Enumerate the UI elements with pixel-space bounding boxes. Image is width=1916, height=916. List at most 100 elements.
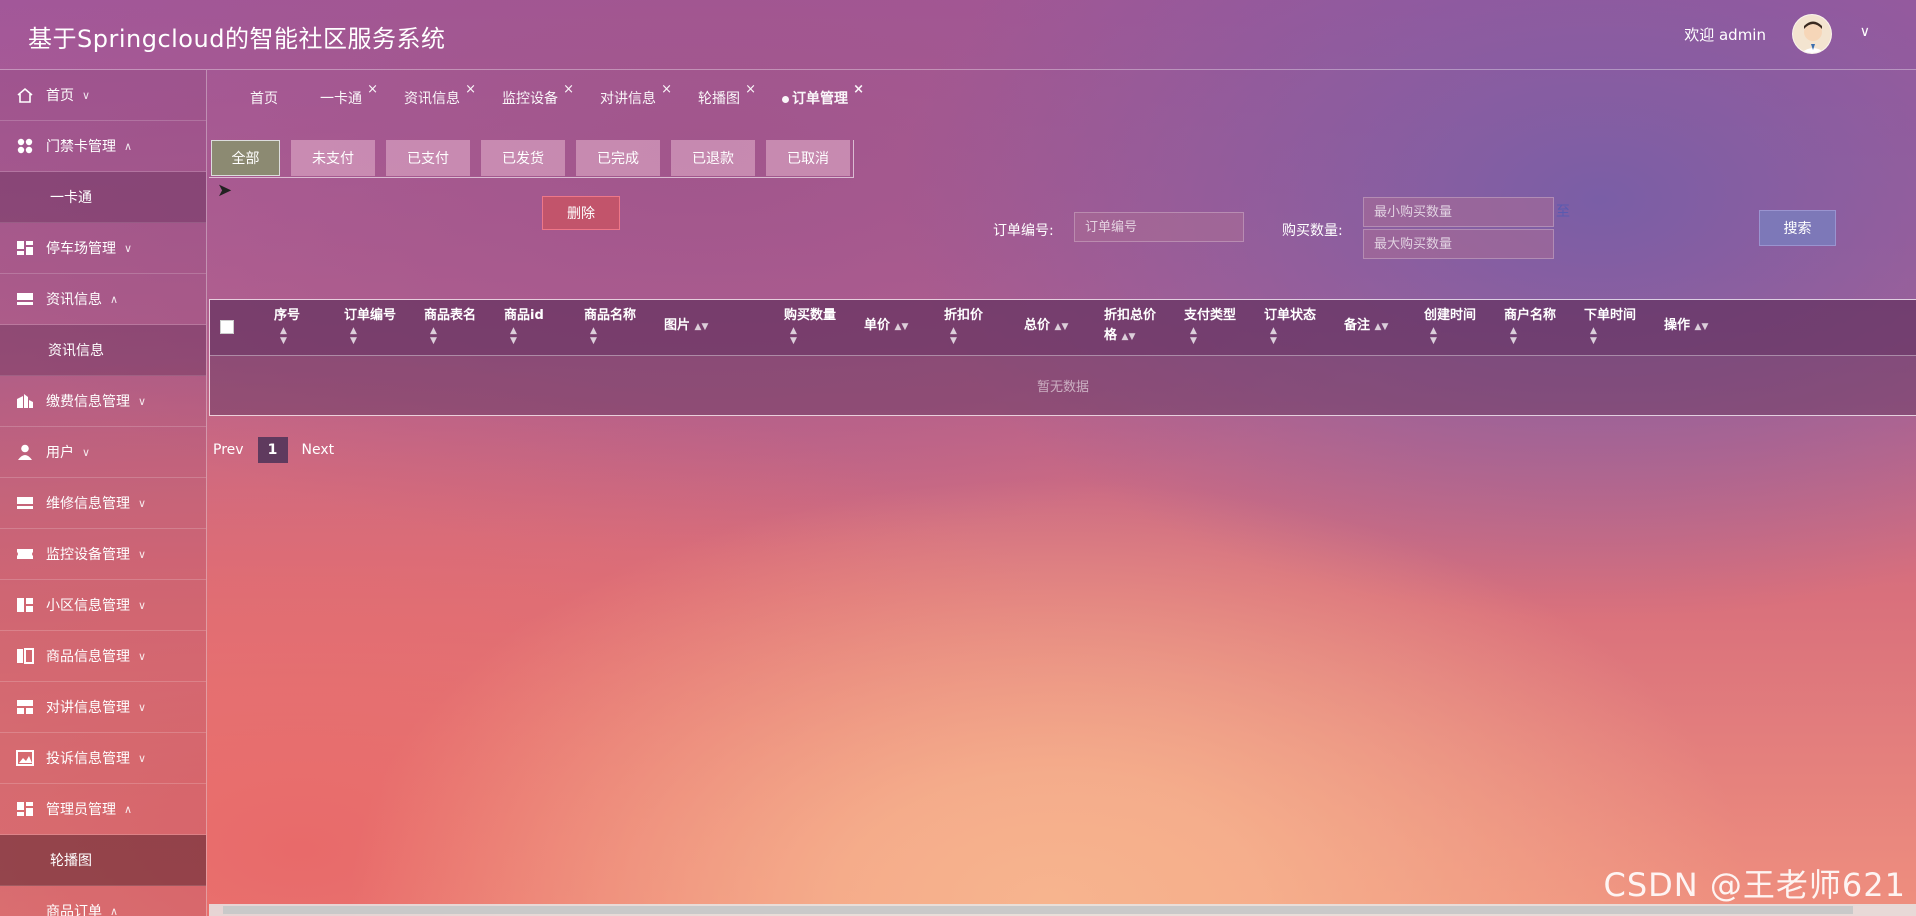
user-avatar-icon[interactable] (1792, 14, 1832, 54)
next-page-button[interactable]: Next (302, 442, 335, 458)
tab-home[interactable]: 首页 (250, 88, 278, 108)
close-icon[interactable]: × (853, 82, 864, 97)
search-button[interactable]: 搜索 (1759, 210, 1836, 246)
horizontal-scrollbar[interactable] (209, 904, 1916, 916)
sidebar-item-access-card[interactable]: 门禁卡管理 ∧ (0, 121, 206, 172)
tab-order-management[interactable]: 订单管理 × (782, 82, 864, 108)
sort-icon[interactable]: ▲▼ (584, 326, 636, 346)
sort-icon[interactable]: ▲▼ (1424, 326, 1476, 346)
scrollbar-thumb[interactable] (223, 906, 1853, 914)
sort-icon[interactable]: ▲▼ (1375, 322, 1389, 332)
sort-icon[interactable]: ▲▼ (274, 326, 300, 346)
sidebar-item-users[interactable]: 用户 ∨ (0, 427, 206, 478)
col-header[interactable]: 商品名称 ▲ ▼ (584, 306, 636, 346)
col-header-label: 商品表名 (424, 308, 477, 323)
sidebar-item-community[interactable]: 小区信息管理 ∨ (0, 580, 206, 631)
tab-one-card[interactable]: 一卡通 × (320, 82, 378, 108)
sidebar-item-monitor[interactable]: 监控设备管理 ∨ (0, 529, 206, 580)
tab-monitor[interactable]: 监控设备 × (502, 82, 574, 108)
sort-icon[interactable]: ▲▼ (344, 326, 396, 346)
tab-carousel[interactable]: 轮播图 × (698, 82, 756, 108)
sidebar-item-intercom[interactable]: 对讲信息管理 ∨ (0, 682, 206, 733)
tab-intercom[interactable]: 对讲信息 × (600, 82, 672, 108)
col-header[interactable]: 折扣总价格 ▲▼ (1104, 306, 1156, 346)
sidebar-subitem-news[interactable]: 资讯信息 (0, 325, 206, 376)
sidebar-item-admin[interactable]: 管理员管理 ∧ (0, 784, 206, 835)
col-header[interactable]: 支付类型 ▲ ▼ (1184, 306, 1236, 346)
sort-icon[interactable]: ▲▼ (504, 326, 544, 346)
col-header[interactable]: 总价 ▲▼ (1024, 316, 1068, 336)
sort-icon[interactable]: ▲▼ (784, 326, 836, 346)
sort-icon[interactable]: ▲▼ (1504, 326, 1556, 346)
col-header-label: 创建时间 (1424, 308, 1477, 323)
order-no-input[interactable] (1074, 212, 1244, 242)
sort-icon[interactable]: ▲▼ (895, 322, 909, 332)
filter-paid-button[interactable]: 已支付 (386, 140, 470, 176)
filter-all-button[interactable]: 全部 (211, 140, 280, 176)
page-number-button[interactable]: 1 (257, 437, 288, 463)
sort-icon[interactable]: ▲▼ (1122, 332, 1136, 342)
quantity-max-input[interactable] (1363, 229, 1554, 259)
delete-button[interactable]: 删除 (542, 196, 620, 230)
col-header[interactable]: 操作 ▲▼ (1664, 316, 1708, 336)
col-header-label: 单价 (864, 318, 891, 333)
sort-icon[interactable]: ▲▼ (1184, 326, 1236, 346)
sidebar-item-label: 首页 (46, 88, 74, 104)
sidebar-subitem-one-card[interactable]: 一卡通 (0, 172, 206, 223)
sidebar-item-goods-order[interactable]: 商品订单 ∧ (0, 886, 206, 916)
sidebar-item-home[interactable]: 首页 ∨ (0, 70, 206, 121)
sidebar-item-news[interactable]: 资讯信息 ∧ (0, 274, 206, 325)
layout-icon (17, 598, 33, 612)
tab-label: 资讯信息 (404, 91, 460, 107)
sidebar-item-payment[interactable]: 缴费信息管理 ∨ (0, 376, 206, 427)
sidebar-subitem-carousel[interactable]: 轮播图 (0, 835, 206, 886)
quantity-min-input[interactable] (1363, 197, 1554, 227)
col-header[interactable]: 商户名称 ▲ ▼ (1504, 306, 1556, 346)
sort-icon[interactable]: ▲▼ (424, 326, 476, 346)
sort-icon[interactable]: ▲▼ (1695, 322, 1709, 332)
col-header[interactable]: 创建时间 ▲ ▼ (1424, 306, 1476, 346)
tab-news[interactable]: 资讯信息 × (404, 82, 476, 108)
sidebar-item-label: 监控设备管理 (46, 547, 130, 563)
close-icon[interactable]: × (661, 82, 672, 97)
sidebar-item-complaint[interactable]: 投诉信息管理 ∨ (0, 733, 206, 784)
col-header[interactable]: 序号 ▲ ▼ (274, 306, 300, 346)
close-icon[interactable]: × (745, 82, 756, 97)
range-separator: 至 (1556, 204, 1570, 220)
prev-page-button[interactable]: Prev (213, 442, 244, 458)
filter-cancelled-button[interactable]: 已取消 (766, 140, 850, 176)
col-header[interactable]: 单价 ▲▼ (864, 316, 908, 336)
col-header[interactable]: 商品id ▲ ▼ (504, 306, 544, 346)
col-header[interactable]: 商品表名 ▲ ▼ (424, 306, 476, 346)
sidebar-item-label: 维修信息管理 (46, 496, 130, 512)
sort-icon[interactable]: ▲▼ (1584, 326, 1636, 346)
list-icon (17, 293, 33, 305)
sidebar-item-label: 商品信息管理 (46, 649, 130, 665)
col-header[interactable]: 下单时间 ▲ ▼ (1584, 306, 1636, 346)
col-header[interactable]: 图片 ▲▼ (664, 316, 708, 336)
col-header[interactable]: 订单编号 ▲ ▼ (344, 306, 396, 346)
close-icon[interactable]: × (465, 82, 476, 97)
close-icon[interactable]: × (563, 82, 574, 97)
sort-icon[interactable]: ▲▼ (1055, 322, 1069, 332)
col-header-label: 商户名称 (1504, 308, 1557, 323)
sort-icon[interactable]: ▲▼ (695, 322, 709, 332)
user-menu-chevron-icon[interactable]: ∨ (1860, 24, 1870, 40)
chevron-down-icon: ∨ (138, 751, 147, 765)
filter-completed-button[interactable]: 已完成 (576, 140, 660, 176)
sidebar-item-repair[interactable]: 维修信息管理 ∨ (0, 478, 206, 529)
sidebar-item-goods[interactable]: 商品信息管理 ∨ (0, 631, 206, 682)
close-icon[interactable]: × (367, 82, 378, 97)
sort-icon[interactable]: ▲▼ (944, 326, 983, 346)
chevron-down-icon: ∨ (138, 598, 147, 612)
sidebar-item-parking[interactable]: 停车场管理 ∨ (0, 223, 206, 274)
col-header[interactable]: 折扣价 ▲ ▼ (944, 306, 983, 346)
col-header[interactable]: 备注 ▲▼ (1344, 316, 1388, 336)
filter-refunded-button[interactable]: 已退款 (671, 140, 755, 176)
sort-icon[interactable]: ▲▼ (1264, 326, 1316, 346)
select-all-checkbox[interactable] (220, 320, 234, 334)
filter-shipped-button[interactable]: 已发货 (481, 140, 565, 176)
filter-unpaid-button[interactable]: 未支付 (291, 140, 375, 176)
col-header[interactable]: 购买数量 ▲ ▼ (784, 306, 836, 346)
col-header[interactable]: 订单状态 ▲ ▼ (1264, 306, 1316, 346)
